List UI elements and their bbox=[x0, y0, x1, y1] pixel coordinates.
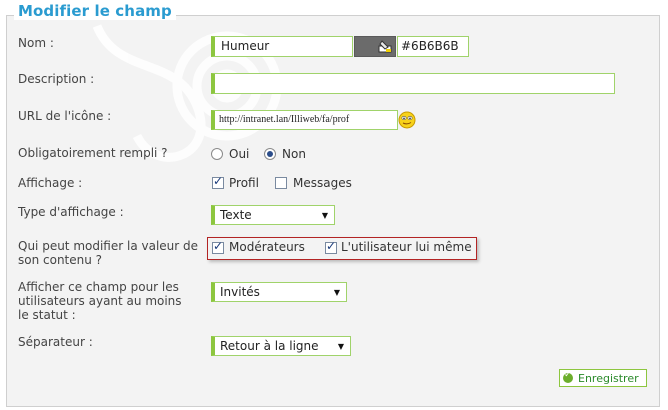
affichage-messages-label: Messages bbox=[293, 176, 352, 190]
separateur-select[interactable]: Retour à la ligne ▼ bbox=[211, 336, 351, 356]
utilisateur-label: L'utilisateur lui même bbox=[341, 240, 472, 254]
form-legend-title: Modifier le champ bbox=[14, 2, 176, 20]
label-afficher-statut-line3: le statut : bbox=[18, 308, 76, 322]
label-afficher-statut-line1: Afficher ce champ pour les bbox=[18, 280, 179, 294]
color-hex-input[interactable]: #6B6B6B bbox=[397, 36, 469, 57]
url-icone-value: http://intranet.lan/Illiweb/fa/prof bbox=[219, 114, 350, 125]
moderateurs-label: Modérateurs bbox=[229, 240, 305, 254]
label-qui-peut-modifier-line1: Qui peut modifier la valeur de bbox=[18, 239, 199, 253]
obligatoire-oui-radio[interactable] bbox=[211, 148, 223, 160]
color-picker-button[interactable] bbox=[354, 36, 396, 57]
statut-selected: Invités bbox=[220, 285, 260, 299]
label-qui-peut-modifier-line2: son contenu ? bbox=[18, 253, 103, 267]
label-obligatoire: Obligatoirement rempli ? bbox=[18, 146, 168, 160]
label-url-icone: URL de l'icône : bbox=[18, 109, 112, 123]
label-description: Description : bbox=[18, 72, 95, 86]
chevron-down-icon: ▼ bbox=[321, 211, 328, 220]
label-nom: Nom : bbox=[18, 36, 54, 50]
label-affichage: Affichage : bbox=[18, 176, 83, 190]
nom-value: Humeur bbox=[221, 39, 270, 53]
color-hex-value: #6B6B6B bbox=[401, 39, 459, 53]
utilisateur-checkbox[interactable] bbox=[325, 239, 337, 254]
obligatoire-oui-label: Oui bbox=[229, 147, 250, 161]
label-separateur: Séparateur : bbox=[18, 335, 93, 349]
statut-select[interactable]: Invités ▼ bbox=[211, 282, 347, 302]
moderateurs-checkbox[interactable] bbox=[212, 239, 224, 254]
smiley-icon bbox=[398, 111, 416, 129]
color-picker-icon bbox=[378, 40, 392, 53]
obligatoire-non-label: Non bbox=[282, 147, 306, 161]
affichage-profil-label: Profil bbox=[229, 176, 259, 190]
url-icone-input[interactable]: http://intranet.lan/Illiweb/fa/prof bbox=[211, 110, 398, 130]
type-affichage-select[interactable]: Texte ▼ bbox=[211, 205, 335, 225]
separateur-selected: Retour à la ligne bbox=[220, 339, 319, 353]
check-circle-icon bbox=[563, 370, 573, 383]
save-button-label: Enregistrer bbox=[578, 372, 639, 385]
type-affichage-selected: Texte bbox=[220, 208, 252, 222]
save-button[interactable]: Enregistrer bbox=[559, 369, 647, 387]
affichage-profil-checkbox[interactable] bbox=[212, 174, 224, 189]
nom-input[interactable]: Humeur bbox=[211, 36, 353, 57]
obligatoire-non-radio[interactable] bbox=[264, 148, 276, 160]
chevron-down-icon: ▼ bbox=[333, 288, 340, 297]
label-afficher-statut-line2: utilisateurs ayant au moins bbox=[18, 294, 182, 308]
description-input[interactable] bbox=[211, 73, 615, 94]
affichage-messages-checkbox[interactable] bbox=[275, 177, 287, 189]
chevron-down-icon: ▼ bbox=[337, 342, 344, 351]
label-type-affichage: Type d'affichage : bbox=[18, 205, 124, 219]
